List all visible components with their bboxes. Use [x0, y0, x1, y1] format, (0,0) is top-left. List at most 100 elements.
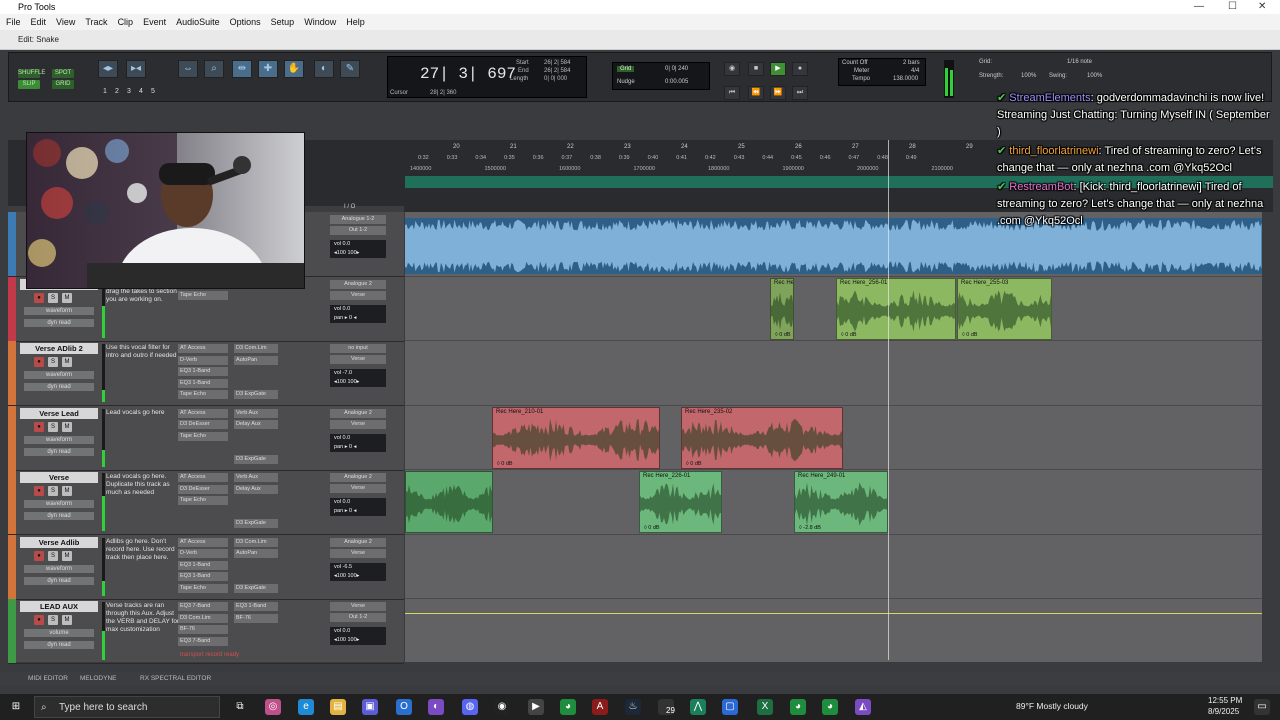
chrome-icon[interactable]: ◕: [560, 699, 576, 715]
track-name[interactable]: Verse ADlib 2: [20, 343, 98, 354]
trim-select-icon[interactable]: ⇹: [232, 60, 252, 78]
clip-gain[interactable]: ◊ 0 dB: [644, 525, 660, 531]
record-enable-button[interactable]: ●: [34, 550, 44, 561]
grid-value[interactable]: 0| 0| 240: [665, 66, 688, 72]
editor-tab-melodyne[interactable]: MELODYNE: [80, 672, 116, 686]
send-slot[interactable]: D3 ExpGate: [234, 390, 278, 399]
output-selector[interactable]: Verse: [330, 484, 386, 493]
editor-tab-rx-spectral-editor[interactable]: RX SPECTRAL EDITOR: [140, 672, 211, 686]
insert-slot[interactable]: D-Verb: [178, 355, 228, 365]
zoom-out-icon[interactable]: ◂▸: [98, 60, 118, 78]
start-icon[interactable]: ⊞: [8, 699, 24, 715]
send-slot[interactable]: Delay Aux: [234, 420, 278, 429]
insert-slot[interactable]: EQ3 7-Band: [178, 636, 228, 646]
solo-button[interactable]: S: [48, 615, 58, 625]
audio-clip[interactable]: Rec Here_210-01 ◊ 0 dB: [492, 406, 660, 469]
insert-slot[interactable]: EQ3 1-Band: [178, 367, 228, 376]
track-view-selector[interactable]: waveform: [24, 564, 94, 573]
output-selector[interactable]: Verse: [330, 290, 386, 300]
editor-tab-midi-editor[interactable]: MIDI EDITOR: [28, 672, 68, 686]
magnify-icon[interactable]: ⌕: [204, 60, 224, 78]
audio-clip[interactable]: Rec Here_226-01 ◊ 0 dB: [639, 471, 722, 533]
track-name[interactable]: Verse Lead: [20, 407, 98, 419]
clip-area[interactable]: Rec He ◊ 0 dB Rec Here_256-01 ◊ 0 dB Rec Her…: [405, 212, 1262, 662]
mute-button[interactable]: M: [62, 615, 72, 625]
meter-value[interactable]: 4/4: [911, 68, 919, 74]
output-selector[interactable]: Out 1-2: [330, 613, 386, 622]
track-comments[interactable]: Lead vocals go here. Duplicate this trac…: [106, 473, 180, 497]
automation-mode-selector[interactable]: dyn read: [24, 383, 94, 391]
steam-icon[interactable]: ♨: [625, 699, 641, 715]
mute-button[interactable]: M: [62, 550, 72, 561]
menu-setup[interactable]: Setup: [271, 14, 295, 30]
track-view-selector[interactable]: waveform: [24, 371, 94, 379]
solo-button[interactable]: S: [48, 357, 58, 367]
send-slot[interactable]: AutoPan: [234, 549, 278, 558]
file-explorer-icon[interactable]: ▤: [330, 699, 346, 715]
zoom-preset-3[interactable]: 3: [124, 88, 134, 97]
task-view-icon[interactable]: ⧉: [232, 699, 248, 715]
track-name[interactable]: Verse Adlib: [20, 536, 98, 548]
track-comments[interactable]: Verse tracks are ran through this Aux. A…: [106, 602, 180, 634]
close-button[interactable]: ✕: [1258, 0, 1266, 14]
track-view-selector[interactable]: waveform: [24, 500, 94, 508]
bars-value[interactable]: 2 bars: [903, 60, 920, 66]
input-selector[interactable]: Verse: [330, 602, 386, 611]
volume-pan-display[interactable]: vol 0.0 pan ▸ 0 ◂: [330, 498, 386, 516]
app4-icon[interactable]: ◭: [855, 699, 871, 715]
zoom-in-icon[interactable]: ▸◂: [126, 60, 146, 78]
record-enable-button[interactable]: ●: [34, 357, 44, 367]
audio-clip[interactable]: Rec Here_235-02 ◊ 0 dB: [681, 406, 843, 469]
input-selector[interactable]: Analogue 2: [330, 537, 386, 547]
spot-mode-button[interactable]: SPOT: [52, 69, 74, 78]
stop-icon[interactable]: ■: [748, 62, 764, 76]
menu-event[interactable]: Event: [143, 14, 166, 30]
record-enable-button[interactable]: ●: [34, 292, 44, 303]
automation-mode-selector[interactable]: dyn read: [24, 576, 94, 585]
clock-time[interactable]: 12:55 PM: [1208, 696, 1242, 705]
track-lane[interactable]: [405, 341, 1262, 406]
track-comments[interactable]: Adlibs go here. Don't record here. Use r…: [106, 538, 180, 562]
excel-icon[interactable]: X: [757, 699, 773, 715]
app3-icon[interactable]: ▢: [722, 699, 738, 715]
play-icon[interactable]: ▶: [770, 62, 786, 76]
outlook-icon[interactable]: O: [396, 699, 412, 715]
insert-slot[interactable]: Tape Echo: [178, 390, 228, 399]
rewind-icon[interactable]: ⏪: [748, 86, 764, 100]
minimize-button[interactable]: —: [1194, 0, 1204, 14]
input-selector[interactable]: Analogue 2: [330, 473, 386, 482]
audio-clip[interactable]: Rec Here_249-01 ◊ -2.8 dB: [794, 471, 888, 533]
app-badge-icon[interactable]: 29: [658, 699, 675, 715]
app-icon[interactable]: ◐: [428, 699, 444, 715]
track-view-selector[interactable]: volume: [24, 629, 94, 637]
menu-window[interactable]: Window: [304, 14, 336, 30]
copilot-icon[interactable]: ◎: [265, 699, 281, 715]
send-slot[interactable]: BF-76: [234, 613, 278, 623]
send-slot[interactable]: D3 ExpGate: [234, 583, 278, 593]
output-selector[interactable]: Verse: [330, 419, 386, 429]
track-row[interactable]: Verse Lead ● S Mwaveform dyn read Lead vocals…: [8, 405, 404, 471]
slip-mode-button[interactable]: SLIP: [18, 80, 40, 89]
output-selector[interactable]: Verse: [330, 355, 386, 364]
output-selector[interactable]: Out 1-2: [330, 226, 386, 235]
tempo-value[interactable]: 138.0000: [893, 76, 918, 82]
chrome3-icon[interactable]: ◕: [822, 699, 838, 715]
menu-options[interactable]: Options: [230, 14, 261, 30]
solo-button[interactable]: S: [48, 550, 58, 561]
volume-pan-display[interactable]: vol 0.0 ◂100 100▸: [330, 627, 386, 645]
zoom-preset-1[interactable]: 1: [100, 88, 110, 97]
track-view-selector[interactable]: waveform: [24, 306, 94, 315]
insert-slot[interactable]: AT Access: [178, 537, 228, 547]
solo-button[interactable]: S: [48, 421, 58, 432]
audio-clip[interactable]: [405, 471, 493, 533]
output-selector[interactable]: Verse: [330, 548, 386, 558]
count-off-label[interactable]: Count Off: [842, 60, 868, 66]
mute-button[interactable]: M: [62, 292, 72, 303]
clip-gain[interactable]: ◊ 0 dB: [962, 332, 978, 338]
length-value[interactable]: 0| 0| 000: [544, 76, 567, 82]
send-slot[interactable]: Delay Aux: [234, 484, 278, 494]
return-to-zero-icon[interactable]: ⏮: [724, 86, 740, 100]
insert-slot[interactable]: BF-76: [178, 625, 228, 634]
volume-pan-display[interactable]: vol 0.0 pan ▸ 0 ◂: [330, 304, 386, 323]
zoom-preset-2[interactable]: 2: [112, 88, 122, 97]
